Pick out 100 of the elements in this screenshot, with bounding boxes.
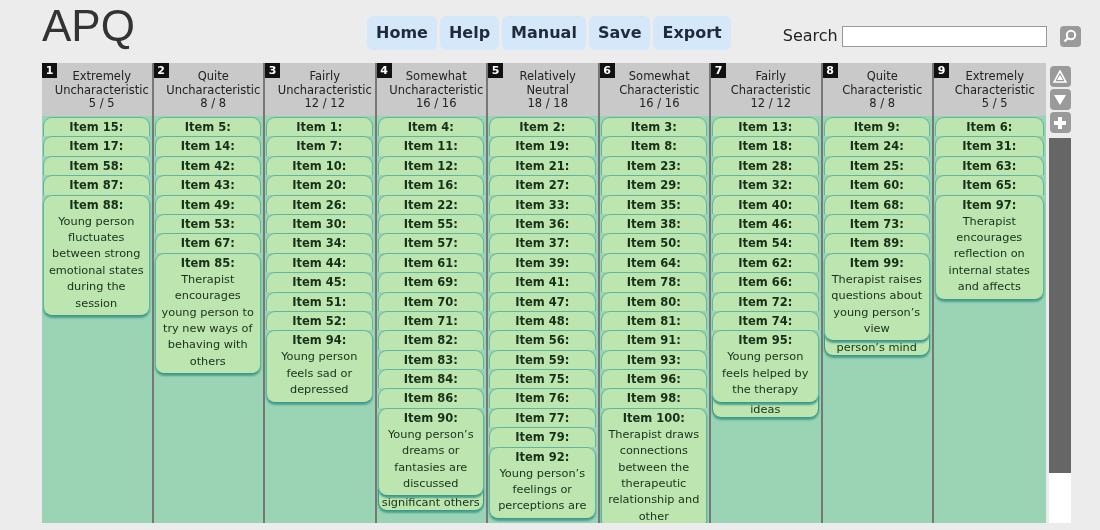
item-card[interactable]: Item 58: <box>43 155 150 176</box>
item-card[interactable]: Item 71: <box>377 310 484 331</box>
item-card[interactable]: Item 44: <box>266 252 373 273</box>
nav-button[interactable]: Manual <box>502 16 586 50</box>
item-card[interactable]: Item 14: <box>154 136 261 156</box>
item-card[interactable]: Item 46: <box>712 213 819 234</box>
item-card[interactable]: Item 21: <box>489 155 596 176</box>
nav-button[interactable]: Save <box>588 16 651 50</box>
item-card[interactable]: Item 56: <box>489 330 596 350</box>
item-card[interactable]: Item 97: Therapist encourages reflection on internal states and affects <box>935 194 1044 300</box>
item-card[interactable]: Item 32: <box>712 175 819 195</box>
item-card[interactable]: Item 36: <box>489 213 596 234</box>
item-card[interactable]: Item 69: <box>377 272 484 292</box>
item-card[interactable]: Item 52: <box>266 310 373 331</box>
item-card[interactable]: Item 62: <box>712 252 819 273</box>
item-card[interactable]: Item 12: <box>377 155 484 176</box>
item-card[interactable]: Item 60: <box>823 175 930 195</box>
scroll-up-icon[interactable] <box>1049 66 1071 87</box>
item-card[interactable]: Item 2: <box>489 117 596 137</box>
add-icon[interactable] <box>1049 112 1071 133</box>
item-card[interactable]: Item 48: <box>489 310 596 331</box>
scroll-down-icon[interactable] <box>1049 89 1071 110</box>
item-card[interactable]: Item 6: <box>935 117 1044 137</box>
item-card[interactable]: Item 27: <box>489 175 596 195</box>
item-card[interactable]: Item 10: <box>266 155 373 176</box>
item-card[interactable]: Item 22: <box>377 194 484 214</box>
item-card[interactable]: Item 55: <box>377 213 484 234</box>
item-card[interactable]: Item 8: <box>600 136 707 156</box>
nav-button[interactable]: Help <box>439 16 500 50</box>
item-card[interactable]: Item 31: <box>935 136 1044 156</box>
item-card[interactable]: Item 87: <box>43 175 150 195</box>
item-card[interactable]: Item 81: <box>600 310 707 331</box>
item-card[interactable]: Item 79: <box>489 427 596 447</box>
item-card[interactable]: Item 53: <box>154 213 261 234</box>
item-card[interactable]: Item 91: <box>600 330 707 350</box>
item-card[interactable]: Item 18: <box>712 136 819 156</box>
item-card[interactable]: Item 19: <box>489 136 596 156</box>
item-card[interactable]: Item 3: <box>600 117 707 137</box>
item-card[interactable]: Item 23: <box>600 155 707 176</box>
item-card[interactable]: Item 59: <box>489 349 596 370</box>
item-card[interactable]: Item 93: <box>600 349 707 370</box>
item-card[interactable]: Item 72: <box>712 291 819 311</box>
item-card[interactable]: Item 66: <box>712 272 819 292</box>
item-card[interactable]: Item 38: <box>600 213 707 234</box>
item-card[interactable]: Item 84: <box>377 369 484 389</box>
item-card[interactable]: Item 80: <box>600 291 707 311</box>
item-card[interactable]: Item 28: <box>712 155 819 176</box>
item-card[interactable]: Item 29: <box>600 175 707 195</box>
item-card[interactable]: Item 50: <box>600 233 707 253</box>
item-card[interactable]: Item 16: <box>377 175 484 195</box>
item-card[interactable]: Item 35: <box>600 194 707 214</box>
item-card[interactable]: Item 4: <box>377 117 484 137</box>
item-card[interactable]: Item 65: <box>935 175 1044 195</box>
item-card[interactable]: Item 43: <box>154 175 261 195</box>
item-card[interactable]: Item 75: <box>489 369 596 389</box>
item-card[interactable]: Item 88: Young person fluctuates between strong emotional states during the session <box>43 194 150 316</box>
item-card[interactable]: Item 70: <box>377 291 484 311</box>
nav-button[interactable]: Export <box>653 16 731 50</box>
item-card[interactable]: Item 13: <box>712 117 819 137</box>
item-card[interactable]: Item 67: <box>154 233 261 253</box>
item-card[interactable]: Item 85: Therapist encourages young person to try new ways of behaving with others <box>154 252 261 375</box>
item-card[interactable]: Item 37: <box>489 233 596 253</box>
item-card[interactable]: Item 100: Therapist draws connections between the therapeutic relationship and other <box>600 407 707 523</box>
item-card[interactable]: Item 45: <box>266 272 373 292</box>
item-card[interactable]: Item 64: <box>600 252 707 273</box>
item-card[interactable]: Item 92: Young person’s feelings or perceptions are <box>489 446 596 519</box>
item-card[interactable]: Item 15: <box>43 117 150 137</box>
item-card[interactable]: Item 34: <box>266 233 373 253</box>
item-card[interactable]: Item 76: <box>489 388 596 408</box>
item-card[interactable]: Item 78: <box>600 272 707 292</box>
item-card[interactable]: Item 74: <box>712 310 819 331</box>
item-card[interactable]: Item 30: <box>266 213 373 234</box>
search-icon[interactable] <box>1059 25 1081 47</box>
item-card[interactable]: Item 47: <box>489 291 596 311</box>
item-card[interactable]: Item 26: <box>266 194 373 214</box>
item-card[interactable]: Item 40: <box>712 194 819 214</box>
item-card[interactable]: Item 51: <box>266 291 373 311</box>
item-card[interactable]: Item 17: <box>43 136 150 156</box>
item-card[interactable]: Item 41: <box>489 272 596 292</box>
item-card[interactable]: Item 68: <box>823 194 930 214</box>
item-card[interactable]: Item 98: <box>600 388 707 408</box>
item-card[interactable]: Item 83: <box>377 349 484 370</box>
search-field[interactable] <box>841 25 1047 47</box>
item-card[interactable]: Item 33: <box>489 194 596 214</box>
item-card[interactable]: Item 57: <box>377 233 484 253</box>
item-card[interactable]: Item 82: <box>377 330 484 350</box>
item-card[interactable]: Item 94: Young person feels sad or depressed <box>266 330 373 403</box>
item-card[interactable]: Item 63: <box>935 155 1044 176</box>
item-card[interactable]: Item 54: <box>712 233 819 253</box>
item-card[interactable]: Item 89: <box>823 233 930 253</box>
item-card[interactable]: Item 9: <box>823 117 930 137</box>
item-card[interactable]: Item 1: <box>266 117 373 137</box>
item-card[interactable]: Item 20: <box>266 175 373 195</box>
item-card[interactable]: Item 77: <box>489 407 596 428</box>
item-card[interactable]: Item 25: <box>823 155 930 176</box>
item-card[interactable]: Item 96: <box>600 369 707 389</box>
item-card[interactable]: Item 11: <box>377 136 484 156</box>
item-card[interactable]: Item 61: <box>377 252 484 273</box>
item-card[interactable]: Item 7: <box>266 136 373 156</box>
item-card[interactable]: Item 39: <box>489 252 596 273</box>
